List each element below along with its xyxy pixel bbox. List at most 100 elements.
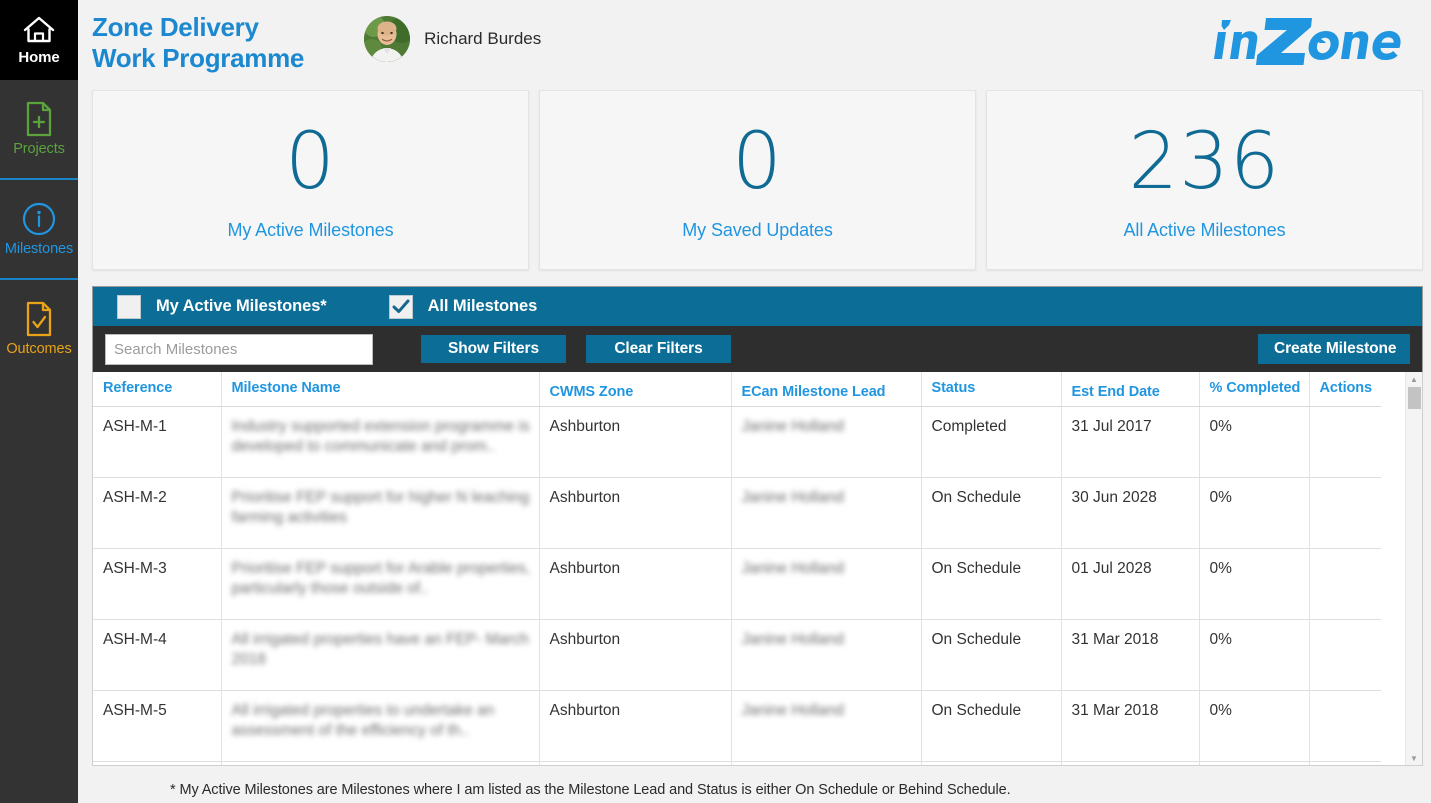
- checkbox-my-active-milestones[interactable]: My Active Milestones*: [117, 294, 327, 319]
- main-content: Zone Delivery Work Programme Richard Bur…: [78, 0, 1431, 803]
- page-title-line2: Work Programme: [92, 43, 305, 73]
- checkbox-label-all-milestones: All Milestones: [427, 297, 538, 315]
- cell-percent-completed: 0%: [1199, 548, 1310, 620]
- home-icon: [22, 15, 56, 45]
- cell-reference: ASH-M-3: [93, 548, 222, 620]
- filter-toolbar-actions-band: Show Filters Clear Filters Create Milest…: [93, 326, 1422, 372]
- cell-status: On Schedule: [921, 477, 1062, 549]
- cell-milestone-name: Identify overseeding 4: [221, 761, 540, 765]
- column-header-est-end-date[interactable]: Est End Date: [1061, 372, 1200, 407]
- scroll-up-arrow-icon[interactable]: ▲: [1406, 372, 1422, 386]
- sidebar-item-projects[interactable]: Projects: [0, 80, 78, 178]
- stat-label: My Active Milestones: [227, 219, 394, 240]
- sidebar-item-milestones[interactable]: Milestones: [0, 180, 78, 278]
- footnote: * My Active Milestones are Milestones wh…: [170, 782, 1011, 798]
- column-header-percent-completed[interactable]: % Completed: [1199, 372, 1310, 407]
- stat-card-my-active-milestones[interactable]: 0 My Active Milestones: [92, 90, 529, 270]
- clear-filters-button[interactable]: Clear Filters: [586, 335, 731, 363]
- table-header-row: Reference Milestone Name CWMS Zone ECan …: [93, 372, 1381, 407]
- checkbox-box-checked[interactable]: [388, 294, 413, 319]
- sidebar-item-label-outcomes: Outcomes: [6, 341, 72, 357]
- cell-status: On Schedule: [921, 690, 1062, 762]
- cell-actions[interactable]: [1309, 619, 1381, 691]
- sidebar-item-home[interactable]: Home: [0, 0, 78, 80]
- cell-reference: ASH-M-5: [93, 690, 222, 762]
- stat-value: 0: [732, 116, 783, 207]
- column-header-ecan-milestone-lead[interactable]: ECan Milestone Lead: [731, 372, 922, 407]
- cell-est-end-date: 31 Mar 2018: [1061, 690, 1200, 762]
- inzone-logo[interactable]: [1208, 12, 1413, 72]
- cell-est-end-date: 31 Mar 2018: [1061, 619, 1200, 691]
- cell-cwms-zone: Ashburton: [539, 548, 732, 620]
- cell-ecan-milestone-lead: Janine Holland: [731, 690, 922, 762]
- create-milestone-button[interactable]: Create Milestone: [1258, 334, 1410, 364]
- stat-cards: 0 My Active Milestones 0 My Saved Update…: [78, 90, 1431, 270]
- stat-label: All Active Milestones: [1123, 219, 1286, 240]
- checkbox-all-milestones[interactable]: All Milestones: [388, 294, 538, 319]
- cell-reference: [93, 761, 222, 765]
- cell-status: [921, 761, 1062, 765]
- table-header: Reference Milestone Name CWMS Zone ECan …: [93, 372, 1381, 407]
- scrollbar-thumb[interactable]: [1408, 387, 1421, 409]
- cell-est-end-date: 31 Jul 2017: [1061, 406, 1200, 478]
- cell-cwms-zone: Ashburton: [539, 690, 732, 762]
- scroll-down-arrow-icon[interactable]: ▼: [1406, 751, 1422, 765]
- search-input[interactable]: [105, 333, 373, 365]
- stat-label: My Saved Updates: [682, 219, 833, 240]
- table-row[interactable]: ASH-M-5 All irrigated properties to unde…: [93, 690, 1381, 762]
- filter-toolbar: My Active Milestones* All Milestones Sho…: [92, 286, 1423, 372]
- avatar: [364, 16, 411, 62]
- cell-actions[interactable]: [1309, 548, 1381, 620]
- stat-card-all-active-milestones[interactable]: 236 All Active Milestones: [986, 90, 1423, 270]
- cell-percent-completed: 0%: [1199, 406, 1310, 478]
- cell-milestone-name: Prioritise FEP support for higher N leac…: [221, 477, 540, 549]
- milestones-table-container: Reference Milestone Name CWMS Zone ECan …: [92, 372, 1423, 766]
- table-row[interactable]: ASH-M-3 Prioritise FEP support for Arabl…: [93, 548, 1381, 620]
- user-block[interactable]: Richard Burdes: [364, 16, 541, 62]
- cell-ecan-milestone-lead: Janine Holland: [731, 406, 922, 478]
- cell-actions[interactable]: [1309, 761, 1381, 765]
- table-row[interactable]: ASH-M-1 Industry supported extension pro…: [93, 406, 1381, 478]
- page-title: Zone Delivery Work Programme: [92, 12, 304, 74]
- sidebar: Home Projects Milestones Outcomes: [0, 0, 78, 803]
- cell-cwms-zone: [539, 761, 732, 765]
- checkbox-box-unchecked[interactable]: [117, 294, 141, 319]
- table-row[interactable]: ASH-M-2 Prioritise FEP support for highe…: [93, 477, 1381, 549]
- stat-card-my-saved-updates[interactable]: 0 My Saved Updates: [539, 90, 976, 270]
- cell-ecan-milestone-lead: Janine Holland: [731, 548, 922, 620]
- cell-status: Completed: [921, 406, 1062, 478]
- document-plus-icon: [24, 101, 54, 137]
- sidebar-item-label-milestones: Milestones: [4, 241, 74, 257]
- column-header-actions[interactable]: Actions: [1309, 372, 1381, 407]
- sidebar-item-label-projects: Projects: [13, 141, 65, 157]
- sidebar-item-label-home: Home: [18, 48, 60, 66]
- cell-est-end-date: [1061, 761, 1200, 765]
- cell-status: On Schedule: [921, 619, 1062, 691]
- page-title-line1: Zone Delivery: [92, 12, 259, 42]
- milestones-table: Reference Milestone Name CWMS Zone ECan …: [93, 372, 1381, 765]
- cell-actions[interactable]: [1309, 690, 1381, 762]
- sidebar-item-outcomes[interactable]: Outcomes: [0, 280, 78, 378]
- page-header: Zone Delivery Work Programme Richard Bur…: [78, 0, 1431, 90]
- show-filters-button[interactable]: Show Filters: [421, 335, 566, 363]
- cell-reference: ASH-M-2: [93, 477, 222, 549]
- filter-toolbar-checkbox-band: My Active Milestones* All Milestones: [93, 287, 1422, 326]
- column-header-reference[interactable]: Reference: [93, 372, 222, 407]
- app-root: Home Projects Milestones Outcomes Zone D…: [0, 0, 1431, 803]
- table-vertical-scrollbar[interactable]: ▲ ▼: [1405, 372, 1422, 765]
- cell-ecan-milestone-lead: Janine Holland: [731, 619, 922, 691]
- cell-milestone-name: Prioritise FEP support for Arable proper…: [221, 548, 540, 620]
- cell-cwms-zone: Ashburton: [539, 406, 732, 478]
- cell-status: On Schedule: [921, 548, 1062, 620]
- column-header-milestone-name[interactable]: Milestone Name: [221, 372, 540, 407]
- table-row[interactable]: Identify overseeding 4: [93, 761, 1381, 765]
- column-header-cwms-zone[interactable]: CWMS Zone: [539, 372, 732, 407]
- cell-cwms-zone: Ashburton: [539, 477, 732, 549]
- cell-percent-completed: 0%: [1199, 619, 1310, 691]
- column-header-status[interactable]: Status: [921, 372, 1062, 407]
- cell-actions[interactable]: [1309, 477, 1381, 549]
- table-row[interactable]: ASH-M-4 All irrigated properties have an…: [93, 619, 1381, 691]
- document-check-icon: [24, 301, 54, 337]
- cell-milestone-name: All irrigated properties have an FEP- Ma…: [221, 619, 540, 691]
- cell-actions[interactable]: [1309, 406, 1381, 478]
